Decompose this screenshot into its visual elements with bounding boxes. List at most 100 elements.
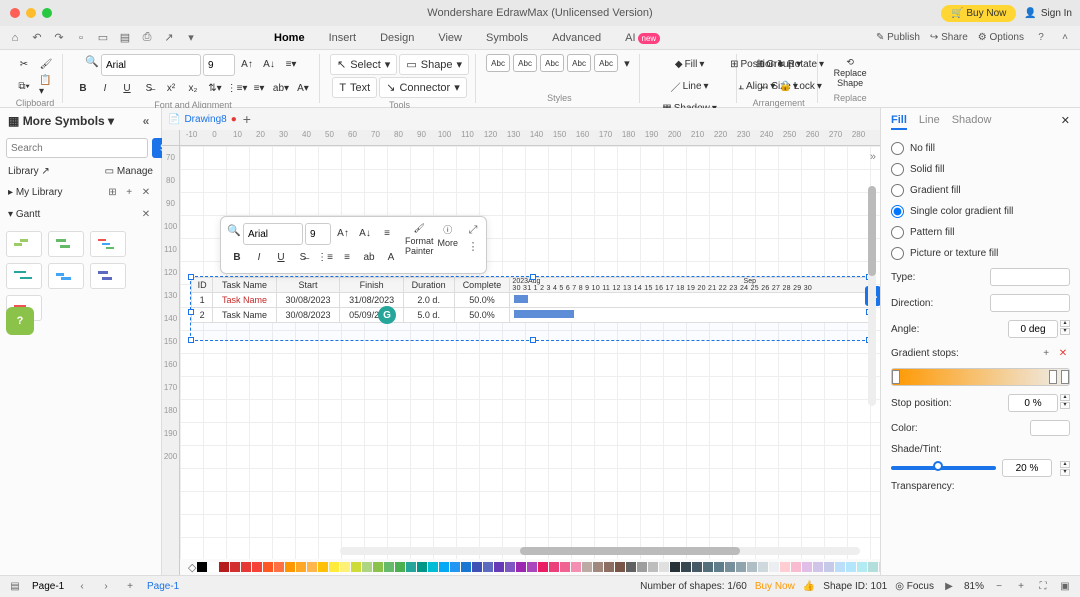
tab-home[interactable]: Home: [262, 28, 317, 48]
line-spacing-icon[interactable]: ⇅▾: [205, 78, 225, 98]
close-window-icon[interactable]: [10, 8, 20, 18]
number-list-icon[interactable]: ≡▾: [249, 78, 269, 98]
rotate-dropdown[interactable]: ↻ Rotate▾: [791, 54, 811, 74]
page-tab[interactable]: Page-1: [147, 581, 179, 592]
font-size-input[interactable]: [203, 54, 235, 76]
color-swatch[interactable]: [604, 562, 614, 572]
color-swatch[interactable]: [549, 562, 559, 572]
ft-align-icon[interactable]: ≡: [377, 223, 397, 243]
color-swatch[interactable]: [274, 562, 284, 572]
zoom-in-icon[interactable]: +: [1014, 580, 1028, 594]
add-lib-icon[interactable]: +: [122, 185, 136, 199]
thumbs-up-icon[interactable]: 👍: [803, 581, 815, 592]
import-lib-icon[interactable]: ⊞: [105, 185, 119, 199]
stop-position-stepper[interactable]: ▴▾: [1060, 394, 1070, 412]
symbol-thumb[interactable]: [48, 263, 84, 289]
color-swatch[interactable]: [703, 562, 713, 572]
color-swatch[interactable]: [747, 562, 757, 572]
page-list-icon[interactable]: ▤: [8, 580, 22, 594]
color-swatch-button[interactable]: [1030, 420, 1070, 436]
color-swatch[interactable]: [813, 562, 823, 572]
color-swatch[interactable]: [736, 562, 746, 572]
color-swatch[interactable]: [857, 562, 867, 572]
save-icon[interactable]: ▤: [118, 31, 132, 45]
color-swatch[interactable]: [340, 562, 350, 572]
ft-drag-icon[interactable]: ⋮: [466, 239, 480, 253]
color-swatch[interactable]: [263, 562, 273, 572]
ft-color-icon[interactable]: A: [381, 247, 401, 267]
fit-icon[interactable]: ⛶: [1036, 580, 1050, 594]
color-swatch[interactable]: [780, 562, 790, 572]
style-preset[interactable]: Abc: [567, 54, 591, 72]
color-swatch[interactable]: [637, 562, 647, 572]
angle-stepper[interactable]: ▴▾: [1060, 320, 1070, 338]
search-font-icon[interactable]: 🔍: [85, 54, 99, 68]
share-button[interactable]: ↪ Share: [930, 32, 968, 43]
ft-bullet-icon[interactable]: ⋮≡: [315, 247, 335, 267]
my-library-item[interactable]: ▸ My Library: [8, 187, 63, 198]
direction-select[interactable]: [990, 294, 1070, 312]
angle-input[interactable]: [1008, 320, 1058, 338]
ft-increase-font-icon[interactable]: A↑: [333, 223, 353, 243]
publish-button[interactable]: ✎ Publish: [876, 32, 920, 43]
tab-insert[interactable]: Insert: [317, 28, 369, 48]
zoom-out-icon[interactable]: −: [992, 580, 1006, 594]
gantt-shape-selection[interactable]: ID Task Name Start Finish Duration Compl…: [190, 276, 870, 341]
add-document-button[interactable]: +: [243, 111, 251, 127]
color-swatch[interactable]: [648, 562, 658, 572]
fullscreen-icon[interactable]: ▣: [1058, 580, 1072, 594]
symbol-thumb[interactable]: [48, 231, 84, 257]
expand-right-panel-icon[interactable]: »: [870, 151, 876, 163]
style-more-icon[interactable]: ▾: [621, 54, 633, 73]
symbol-thumb[interactable]: [6, 263, 42, 289]
shade-input[interactable]: [1002, 459, 1052, 477]
tab-ai[interactable]: AInew: [613, 28, 672, 48]
color-swatch[interactable]: [483, 562, 493, 572]
color-swatch[interactable]: [307, 562, 317, 572]
ft-more-button[interactable]: ⓘ More: [438, 223, 459, 267]
prev-page-icon[interactable]: ‹: [75, 580, 89, 594]
radio-single-gradient-fill[interactable]: [891, 205, 904, 218]
collapse-ribbon-icon[interactable]: ˄: [1058, 31, 1072, 45]
color-swatch[interactable]: [329, 562, 339, 572]
canvas[interactable]: 🔍 A↑ A↓ ≡ B I U S̶ ⋮≡: [180, 146, 880, 575]
gradient-bar[interactable]: [891, 368, 1070, 386]
text-tool-button[interactable]: TText: [332, 77, 377, 98]
style-preset[interactable]: Abc: [594, 54, 618, 72]
symbol-thumb[interactable]: [6, 231, 42, 257]
radio-solid-fill[interactable]: [891, 163, 904, 176]
color-swatch[interactable]: [692, 562, 702, 572]
color-swatch[interactable]: [373, 562, 383, 572]
color-swatch[interactable]: [318, 562, 328, 572]
ft-search-icon[interactable]: 🔍: [227, 223, 241, 237]
stop-position-input[interactable]: [1008, 394, 1058, 412]
color-swatch[interactable]: [527, 562, 537, 572]
color-swatch[interactable]: [725, 562, 735, 572]
h-scrollbar[interactable]: [340, 547, 860, 555]
color-swatch[interactable]: [296, 562, 306, 572]
color-swatch[interactable]: [626, 562, 636, 572]
decrease-font-icon[interactable]: A↓: [259, 54, 279, 74]
cut-icon[interactable]: ✂: [14, 54, 34, 74]
add-stop-icon[interactable]: +: [1039, 346, 1053, 360]
tab-advanced[interactable]: Advanced: [540, 28, 613, 48]
new-icon[interactable]: ▫: [74, 31, 88, 45]
style-preset[interactable]: Abc: [540, 54, 564, 72]
color-swatch[interactable]: [571, 562, 581, 572]
radio-pattern-fill[interactable]: [891, 226, 904, 239]
copy-icon[interactable]: ⧉▾: [14, 76, 34, 96]
undo-icon[interactable]: ↶: [30, 31, 44, 45]
export-icon[interactable]: ↗: [162, 31, 176, 45]
shape-tool-button[interactable]: ▭Shape▾: [399, 54, 469, 75]
color-swatch[interactable]: [758, 562, 768, 572]
close-lib-icon[interactable]: ✕: [139, 185, 153, 199]
maximize-window-icon[interactable]: [42, 8, 52, 18]
radio-gradient-fill[interactable]: [891, 184, 904, 197]
color-swatch[interactable]: [241, 562, 251, 572]
color-swatch[interactable]: [461, 562, 471, 572]
page-select[interactable]: Page-1: [32, 581, 65, 592]
gradient-stop-handle[interactable]: [1049, 370, 1057, 384]
color-swatch[interactable]: [516, 562, 526, 572]
style-preset[interactable]: Abc: [486, 54, 510, 72]
play-icon[interactable]: ▶: [942, 580, 956, 594]
